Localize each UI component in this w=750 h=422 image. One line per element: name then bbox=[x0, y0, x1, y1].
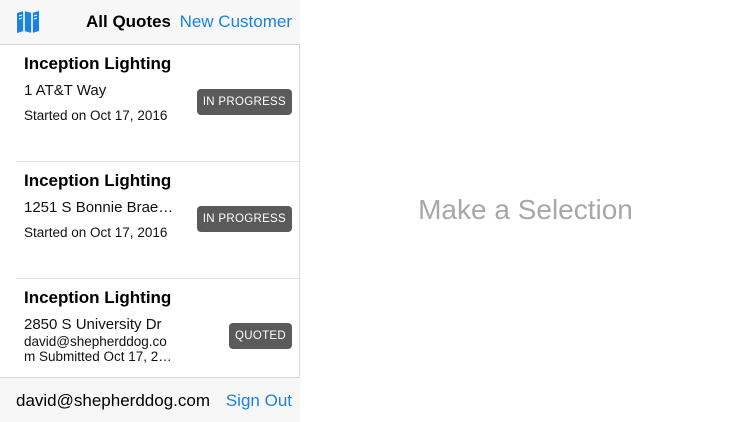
list-item[interactable]: Inception Lighting 2850 S University Dr … bbox=[16, 279, 300, 377]
list-item[interactable]: Inception Lighting 1 AT&T Way Started on… bbox=[16, 45, 300, 162]
customer-name: Inception Lighting bbox=[24, 54, 172, 73]
quote-submitted-date: m Submitted Oct 17, 2… bbox=[24, 349, 172, 364]
map-icon[interactable] bbox=[15, 10, 41, 34]
status-badge: QUOTED bbox=[229, 323, 292, 349]
new-customer-button[interactable]: New Customer bbox=[180, 12, 292, 32]
quote-date: Started on Oct 17, 2016 bbox=[24, 225, 168, 240]
quote-submitter-email: david@shepherddog.co bbox=[24, 334, 167, 349]
customer-name: Inception Lighting bbox=[24, 288, 172, 307]
empty-state-label: Make a Selection bbox=[418, 194, 633, 225]
user-email: david@shepherddog.com bbox=[16, 391, 210, 410]
navigation-bar: All Quotes New Customer bbox=[0, 0, 300, 45]
customer-address: 2850 S University Dr bbox=[24, 316, 162, 333]
quote-date: Started on Oct 17, 2016 bbox=[24, 108, 168, 123]
status-badge: IN PROGRESS bbox=[196, 89, 292, 115]
account-footer: david@shepherddog.com Sign Out bbox=[0, 377, 300, 422]
quotes-list[interactable]: Inception Lighting 1 AT&T Way Started on… bbox=[0, 45, 300, 377]
customer-address: 1251 S Bonnie Brae… bbox=[24, 199, 174, 216]
sign-out-button[interactable]: Sign Out bbox=[226, 391, 292, 411]
page-title: All Quotes bbox=[86, 12, 172, 31]
quote-submission-info: david@shepherddog.co m Submitted Oct 17, … bbox=[24, 334, 174, 364]
master-pane: All Quotes New Customer Inception Lighti… bbox=[0, 0, 300, 422]
customer-address: 1 AT&T Way bbox=[24, 82, 107, 99]
customer-name: Inception Lighting bbox=[24, 171, 172, 190]
list-item[interactable]: Inception Lighting 1251 S Bonnie Brae… S… bbox=[16, 162, 300, 279]
status-badge: IN PROGRESS bbox=[196, 206, 292, 232]
detail-pane: Make a Selection bbox=[301, 0, 750, 422]
